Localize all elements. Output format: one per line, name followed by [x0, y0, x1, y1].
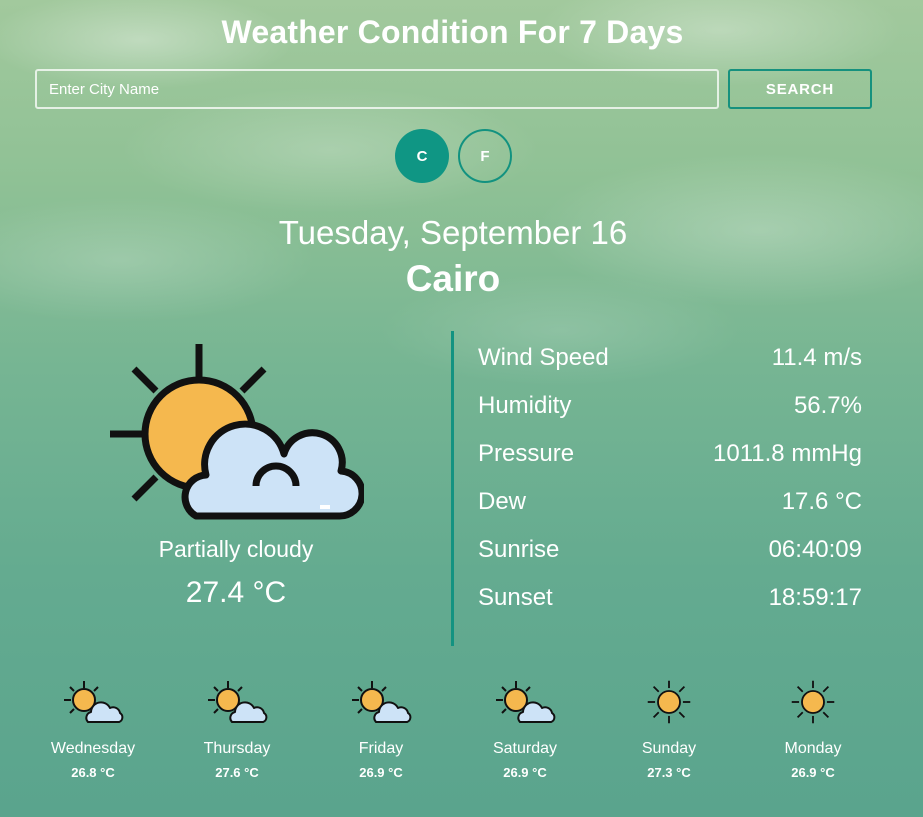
detail-row-humidity: Humidity 56.7% — [478, 392, 862, 424]
details-divider — [451, 331, 454, 646]
forecast-day-temp: 26.9 °C — [791, 765, 835, 780]
page-title: Weather Condition For 7 Days — [221, 14, 684, 50]
forecast-day-sunday: Sunday 27.3 °C — [599, 680, 739, 780]
current-condition: Partially cloudy — [158, 536, 314, 562]
detail-label: Dew — [478, 488, 527, 515]
detail-row-sunset: Sunset 18:59:17 — [478, 584, 862, 616]
detail-row-wind-speed: Wind Speed 11.4 m/s — [478, 344, 862, 376]
current-date: Tuesday, September 16 — [278, 214, 628, 251]
detail-label: Sunrise — [478, 536, 560, 563]
forecast-day-name: Saturday — [492, 740, 558, 757]
partly-cloudy-icon — [110, 344, 364, 520]
detail-value: 06:40:09 — [768, 536, 862, 563]
forecast-day-temp: 26.9 °C — [503, 765, 547, 780]
detail-value: 17.6 °C — [781, 488, 862, 515]
detail-value: 18:59:17 — [768, 584, 862, 611]
forecast-day-monday: Monday 26.9 °C — [743, 680, 883, 780]
sun-icon — [647, 680, 691, 724]
detail-label: Sunset — [478, 584, 553, 611]
forecast-day-saturday: Saturday 26.9 °C — [455, 680, 595, 780]
celsius-toggle-button[interactable]: C — [395, 129, 449, 183]
city-name: Cairo — [405, 258, 501, 299]
forecast-day-name: Wednesday — [50, 740, 136, 757]
forecast-day-temp: 27.6 °C — [215, 765, 259, 780]
partly-cloudy-icon — [352, 681, 412, 723]
detail-label: Humidity — [478, 392, 572, 419]
forecast-day-name: Friday — [358, 740, 404, 757]
forecast-day-name: Thursday — [203, 740, 271, 757]
detail-value: 11.4 m/s — [771, 344, 862, 371]
current-temperature: 27.4 °C — [185, 576, 287, 609]
forecast-day-temp: 26.8 °C — [71, 765, 115, 780]
detail-row-sunrise: Sunrise 06:40:09 — [478, 536, 862, 568]
detail-label: Wind Speed — [478, 344, 609, 371]
sun-icon — [791, 680, 835, 724]
forecast-day-thursday: Thursday 27.6 °C — [167, 680, 307, 780]
partly-cloudy-icon — [496, 681, 556, 723]
partly-cloudy-icon — [208, 681, 268, 723]
detail-row-dew: Dew 17.6 °C — [478, 488, 862, 520]
fahrenheit-toggle-button[interactable]: F — [458, 129, 512, 183]
forecast-day-temp: 26.9 °C — [359, 765, 403, 780]
forecast-day-name: Sunday — [641, 740, 697, 757]
detail-row-pressure: Pressure 1011.8 mmHg — [478, 440, 862, 472]
forecast-day-name: Monday — [784, 740, 842, 757]
partly-cloudy-icon — [64, 681, 124, 723]
detail-value: 56.7% — [793, 392, 862, 419]
forecast-day-wednesday: Wednesday 26.8 °C — [23, 680, 163, 780]
forecast-day-temp: 27.3 °C — [647, 765, 691, 780]
city-search-input[interactable] — [35, 69, 719, 109]
detail-value: 1011.8 mmHg — [713, 440, 862, 467]
search-button[interactable]: SEARCH — [728, 69, 872, 109]
forecast-day-friday: Friday 26.9 °C — [311, 680, 451, 780]
detail-label: Pressure — [478, 440, 575, 467]
